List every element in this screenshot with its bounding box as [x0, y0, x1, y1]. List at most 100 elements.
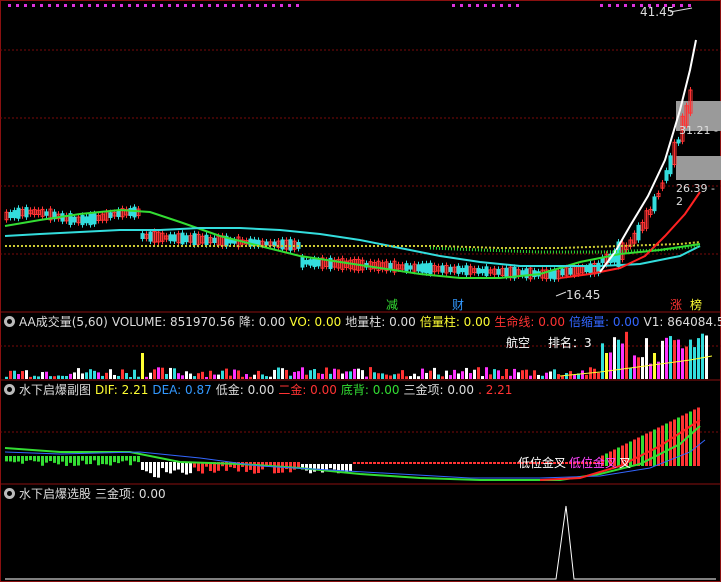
indicator-bar	[697, 407, 700, 466]
signal-dot	[176, 4, 179, 7]
indicator-bar	[317, 464, 320, 469]
signal-dot	[516, 4, 519, 7]
volume-bar	[517, 372, 520, 379]
volume-bar	[293, 371, 296, 379]
volume-bar	[253, 374, 256, 379]
volume-bar	[93, 370, 96, 379]
volume-bar	[441, 376, 444, 379]
signal-dot	[208, 4, 211, 7]
volume-bar	[217, 374, 220, 379]
volume-bar	[301, 367, 304, 379]
volume-bar	[581, 370, 584, 379]
signal-tag-bang: 榜	[690, 298, 703, 312]
candle-body	[308, 259, 313, 266]
candle-body	[668, 155, 673, 175]
signal-dot	[264, 4, 267, 7]
volume-bar	[665, 337, 668, 379]
volume-bar	[141, 353, 144, 379]
volume-bar	[541, 375, 544, 379]
volume-bar	[149, 372, 152, 379]
candle-body	[316, 259, 321, 267]
volume-bar	[221, 370, 224, 379]
volume-bar	[677, 339, 680, 379]
volume-bar	[477, 367, 480, 379]
indicator-bar	[141, 462, 144, 470]
signal-dot	[608, 4, 611, 7]
volume-bar	[109, 369, 112, 379]
signal-tag-zhang: 涨	[670, 298, 683, 312]
indicator-bar	[509, 462, 512, 464]
candle-body	[92, 213, 97, 225]
gear-icon[interactable]	[4, 316, 15, 327]
high-price-label: 41.45	[640, 5, 675, 19]
candle-body	[128, 208, 133, 217]
candle-body	[264, 241, 269, 246]
indicator-bar	[433, 462, 436, 464]
select-panel-header: 水下启爆选股 三金项: 0.00	[0, 485, 721, 503]
candle-body	[408, 265, 413, 270]
indicator-bar	[677, 417, 680, 466]
gear-icon[interactable]	[4, 488, 15, 499]
indicator-bar	[441, 462, 444, 464]
volume-bar	[461, 371, 464, 379]
candle-body	[168, 234, 173, 242]
volume-bar	[269, 376, 272, 379]
volume-bar	[189, 373, 192, 379]
indicator-bar	[109, 456, 112, 466]
volume-bar	[49, 376, 52, 379]
indicator-bar	[385, 462, 388, 464]
indicator-bar	[405, 462, 408, 464]
volume-bar	[521, 370, 524, 379]
indicator-bar	[353, 462, 356, 464]
candle-body	[304, 259, 309, 265]
gear-icon[interactable]	[4, 384, 15, 395]
signal-dot	[452, 4, 455, 7]
candle-body	[108, 212, 113, 219]
indicator-bar	[453, 462, 456, 464]
indicator-bar	[93, 456, 96, 461]
indicator-bar	[125, 456, 128, 461]
volume-bar	[505, 369, 508, 379]
indicator-bar	[61, 456, 64, 462]
candle-body	[280, 239, 285, 250]
volume-header-item: VO: 0.00	[289, 315, 342, 329]
indicator-header-item: . 2.21	[478, 383, 513, 397]
volume-bar	[389, 375, 392, 379]
volume-bar	[237, 370, 240, 379]
signal-dot	[184, 4, 187, 7]
indicator-bar	[137, 456, 140, 463]
volume-header-item: AA成交量(5,60)	[19, 315, 108, 329]
volume-bar	[357, 368, 360, 379]
volume-bar	[393, 374, 396, 379]
indicator-bar	[9, 456, 12, 462]
indicator-bar	[365, 462, 368, 464]
candle-body	[84, 216, 89, 224]
indicator-bar	[357, 462, 360, 464]
indicator-bar	[333, 464, 336, 470]
indicator-bar	[33, 456, 36, 462]
indicator-bar	[429, 462, 432, 464]
candle-body	[300, 256, 305, 268]
volume-bar	[449, 375, 452, 379]
volume-bar	[181, 375, 184, 379]
indicator-bar	[381, 462, 384, 464]
signal-dot	[468, 4, 471, 7]
signal-dot	[232, 4, 235, 7]
indicator-header-item: 三金项: 0.00	[403, 383, 475, 397]
signal-dot	[104, 4, 107, 7]
indicator-bar	[649, 431, 652, 466]
candle-body	[428, 262, 433, 275]
indicator-bar	[637, 437, 640, 466]
volume-bar	[437, 374, 440, 379]
signal-dot	[64, 4, 67, 7]
indicator-bar	[129, 456, 132, 466]
candle-body	[8, 212, 13, 218]
volume-bar	[661, 340, 664, 379]
volume-bar	[493, 369, 496, 379]
volume-bar	[165, 373, 168, 379]
volume-bar	[617, 339, 620, 379]
indicator-bar	[409, 462, 412, 464]
indicator-bar	[445, 462, 448, 464]
volume-header-item: V1: 864084.50	[643, 315, 721, 329]
candle-body	[416, 264, 421, 272]
